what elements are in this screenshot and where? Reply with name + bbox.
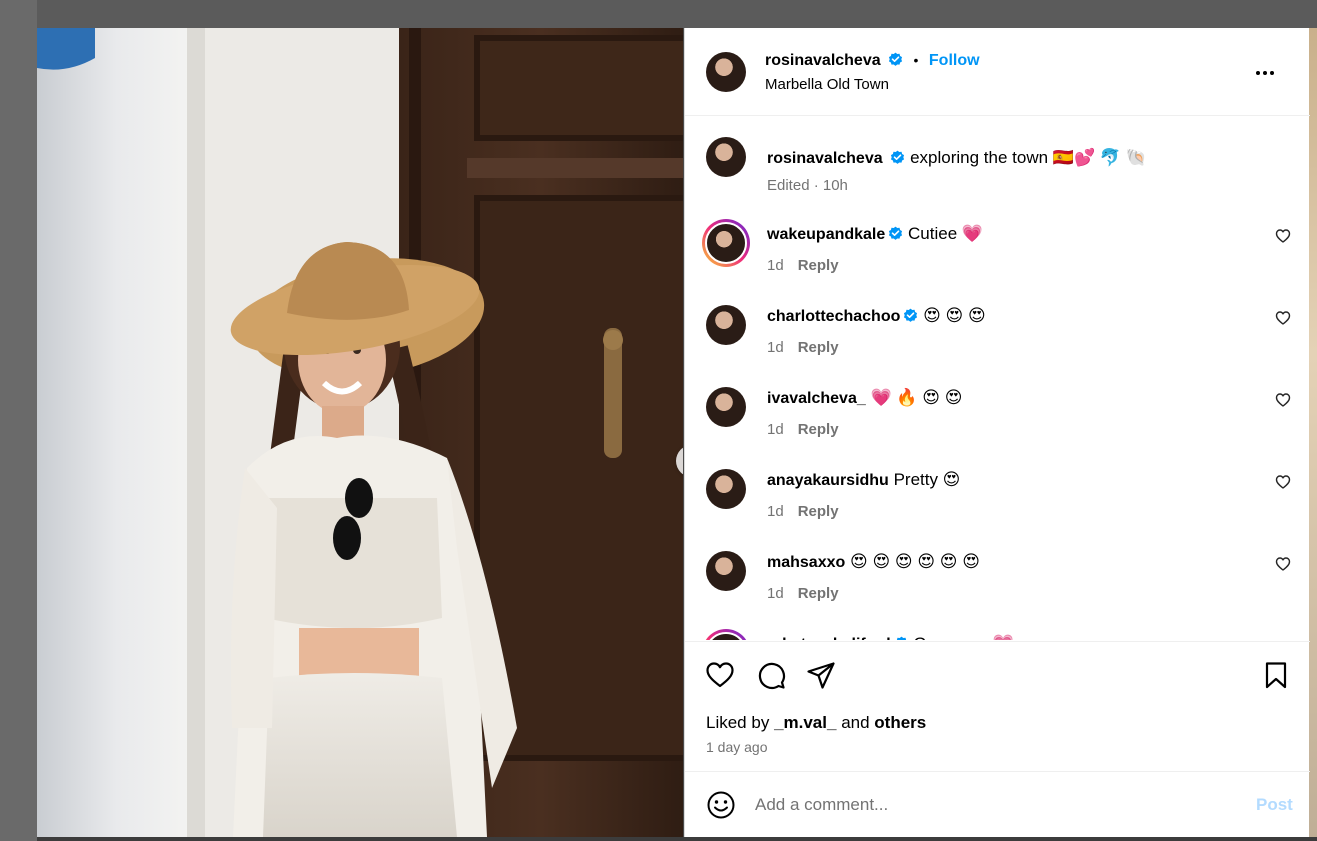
author-username[interactable]: rosinavalcheva	[765, 52, 881, 69]
reply-button[interactable]: Reply	[798, 503, 839, 520]
verified-badge-icon	[889, 52, 903, 66]
verified-badge-icon	[904, 308, 918, 322]
post-header: rosinavalcheva • Follow Marbella Old Tow…	[685, 28, 1310, 116]
comment-text: Cutiee 💗	[908, 224, 984, 243]
likes-conjunction: and	[841, 713, 870, 732]
comment-time[interactable]: 1d	[767, 339, 784, 356]
save-icon[interactable]	[1261, 660, 1291, 690]
backdrop-left	[0, 0, 37, 841]
commenter-username[interactable]: wakeupandkale	[767, 226, 885, 243]
comments-list[interactable]: rosinavalcheva exploring the town 🇪🇸💕 🐬 …	[685, 117, 1310, 640]
author-line: rosinavalcheva • Follow	[765, 52, 980, 70]
backdrop-right	[1309, 28, 1317, 841]
post-actions: Liked by _m.val_ and others 1 day ago	[685, 641, 1310, 772]
post-detail-panel: rosinavalcheva • Follow Marbella Old Tow…	[684, 28, 1310, 837]
emoji-icon[interactable]	[706, 790, 736, 820]
post-timestamp[interactable]: 1 day ago	[706, 739, 768, 755]
caption-username[interactable]: rosinavalcheva	[767, 150, 883, 167]
like-comment-heart-icon[interactable]	[1275, 474, 1291, 490]
likes-others[interactable]: others	[874, 713, 926, 732]
post-comment-button[interactable]: Post	[1256, 795, 1293, 815]
comment-row: anayakaursidhu Pretty 😍 1d Reply	[685, 465, 1310, 545]
share-icon[interactable]	[806, 660, 836, 690]
post-photo[interactable]	[37, 28, 683, 837]
likes-summary[interactable]: Liked by _m.val_ and others	[706, 713, 926, 733]
heart-icon[interactable]	[705, 660, 735, 690]
comment-icon[interactable]	[756, 660, 786, 690]
more-options-icon[interactable]	[1253, 61, 1277, 85]
like-comment-heart-icon[interactable]	[1275, 228, 1291, 244]
separator-dot: •	[913, 52, 919, 68]
comment-row: ivavalcheva_ 💗 🔥 😍 😍 1d Reply	[685, 383, 1310, 463]
comment-time[interactable]: 1d	[767, 421, 784, 438]
comment-row: charlottechachoo 😍 😍 😍 1d Reply	[685, 301, 1310, 381]
verified-badge-icon	[889, 226, 903, 240]
like-comment-heart-icon[interactable]	[1275, 392, 1291, 408]
caption-text: exploring the town 🇪🇸💕 🐬 🐚	[910, 148, 1147, 167]
comment-text: 😍 😍 😍	[923, 306, 986, 325]
verified-badge-icon	[891, 150, 905, 164]
comment-time[interactable]: 1d	[767, 257, 784, 274]
commenter-username[interactable]: ivavalcheva_	[767, 390, 866, 407]
commenter-avatar[interactable]	[706, 469, 746, 509]
commenter-avatar[interactable]	[702, 629, 750, 640]
comment-row: wakeupandkale Cutiee 💗 1d Reply	[685, 219, 1310, 299]
likes-user[interactable]: _m.val_	[774, 713, 836, 732]
comment-row: mahsaxxo 😍 😍 😍 😍 😍 😍 1d Reply	[685, 547, 1310, 627]
commenter-avatar[interactable]	[706, 387, 746, 427]
reply-button[interactable]: Reply	[798, 339, 839, 356]
caption-avatar[interactable]	[706, 137, 746, 177]
backdrop-bottom	[37, 837, 1317, 841]
commenter-avatar[interactable]	[702, 219, 750, 267]
comment-input[interactable]	[755, 791, 1235, 819]
comment-text: 😍 😍 😍 😍 😍 😍	[850, 552, 980, 571]
location-link[interactable]: Marbella Old Town	[765, 76, 889, 93]
follow-button[interactable]: Follow	[929, 52, 980, 69]
commenter-username[interactable]: rahatavakolifard	[767, 636, 891, 640]
caption: rosinavalcheva exploring the town 🇪🇸💕 🐬 …	[685, 137, 1310, 217]
commenter-username[interactable]: mahsaxxo	[767, 554, 845, 571]
comment-row: rahatavakolifard Gorgeous 💗	[685, 629, 1310, 640]
verified-badge-icon	[896, 636, 906, 640]
likes-prefix: Liked by	[706, 713, 770, 732]
reply-button[interactable]: Reply	[798, 257, 839, 274]
like-comment-heart-icon[interactable]	[1275, 556, 1291, 572]
commenter-avatar[interactable]	[706, 551, 746, 591]
commenter-avatar[interactable]	[706, 305, 746, 345]
author-avatar[interactable]	[706, 52, 746, 92]
comment-text: Gorgeous 💗	[913, 634, 1014, 640]
comment-time[interactable]: 1d	[767, 503, 784, 520]
backdrop	[0, 0, 1317, 28]
commenter-username[interactable]: charlottechachoo	[767, 308, 900, 325]
post-image	[37, 28, 683, 837]
reply-button[interactable]: Reply	[798, 585, 839, 602]
caption-meta: Edited · 10h	[767, 177, 848, 194]
commenter-username[interactable]: anayakaursidhu	[767, 472, 889, 489]
reply-button[interactable]: Reply	[798, 421, 839, 438]
comment-time[interactable]: 1d	[767, 585, 784, 602]
like-comment-heart-icon[interactable]	[1275, 310, 1291, 326]
comment-text: Pretty 😍	[893, 470, 961, 489]
comment-composer: Post	[685, 773, 1310, 837]
comment-text: 💗 🔥 😍 😍	[870, 388, 963, 407]
